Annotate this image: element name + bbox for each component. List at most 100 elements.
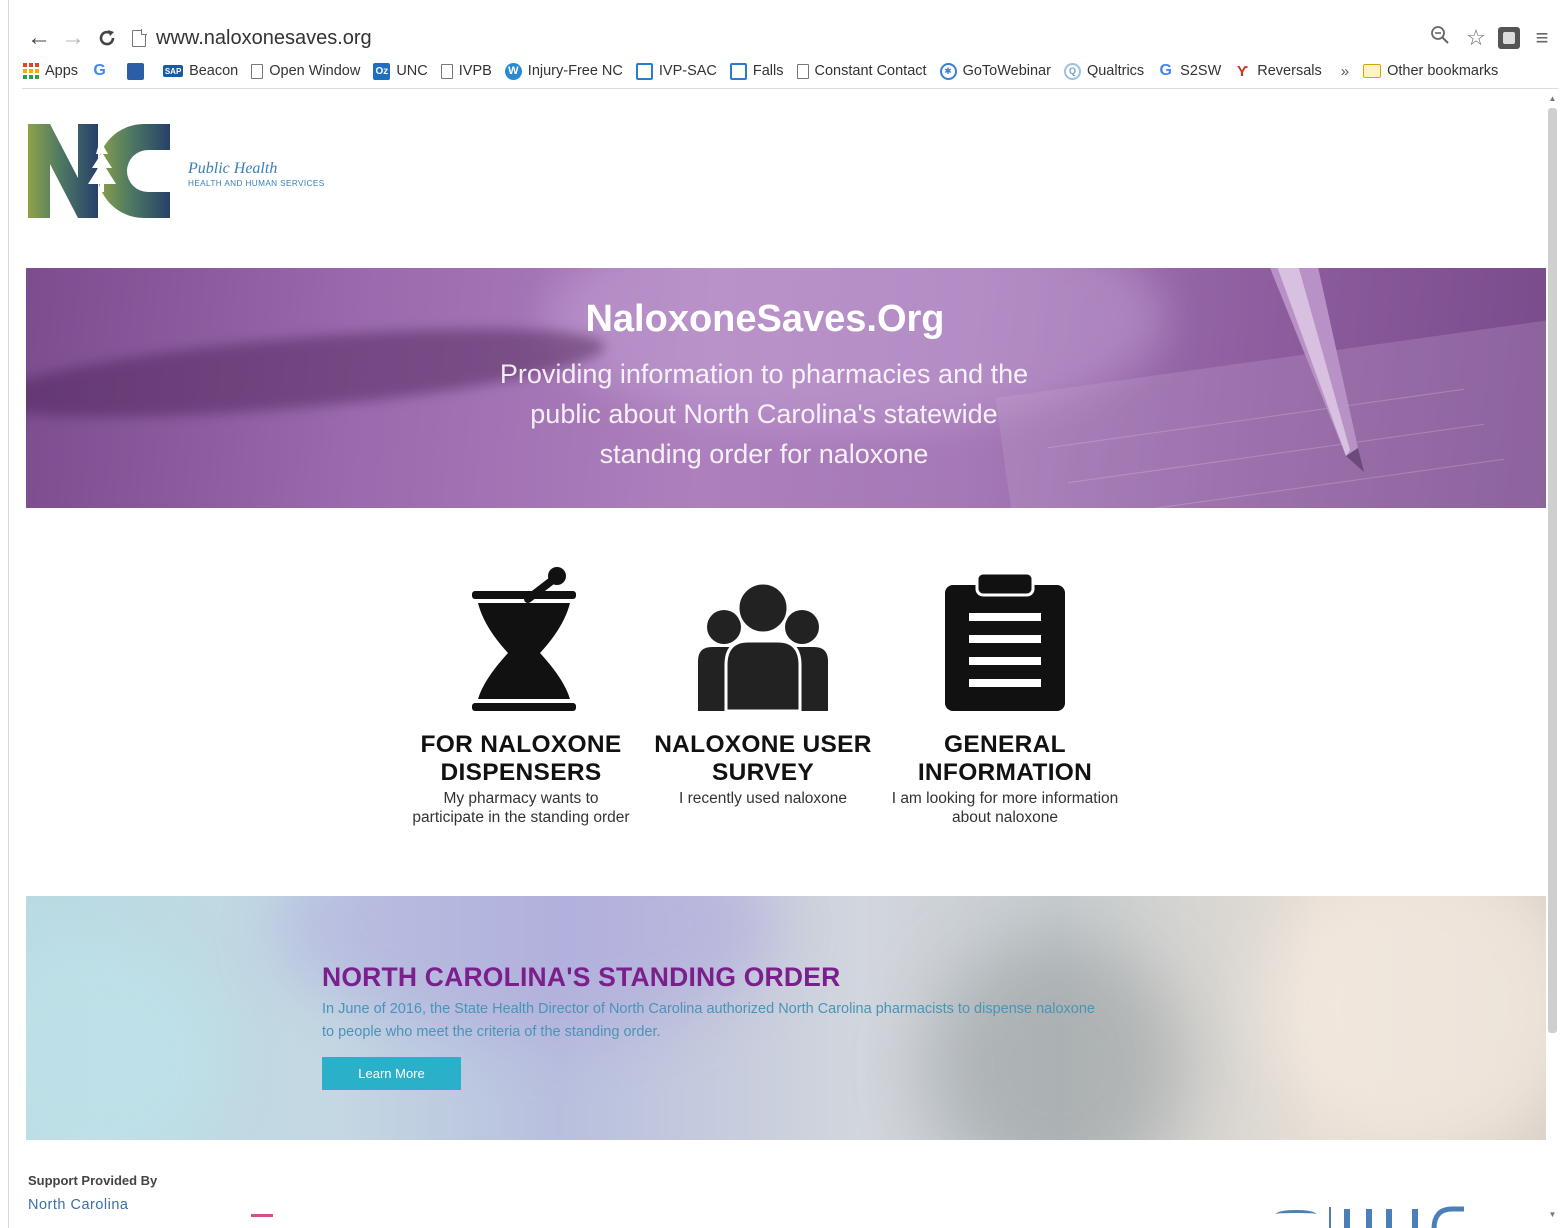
google-icon: G [93, 62, 106, 79]
bookmark-constant-contact[interactable]: Constant Contact [796, 63, 927, 79]
bookmark-falls[interactable]: Falls [729, 62, 784, 80]
page-icon [251, 63, 264, 79]
standing-order-banner: NORTH CAROLINA'S STANDING ORDER In June … [26, 896, 1546, 1140]
bookmark-label: Qualtrics [1086, 63, 1145, 79]
sap-icon: SAP [163, 65, 184, 77]
bookmark-other-bookmarks[interactable]: Other bookmarks [1363, 63, 1498, 79]
bookmark-unc[interactable]: Oz UNC [373, 62, 428, 80]
option-title: FOR NALOXONE DISPENSERS [420, 731, 622, 786]
bookmark-s2sw[interactable]: G S2SW [1157, 62, 1222, 80]
bookmark-label: Injury-Free NC [527, 63, 623, 79]
more-bookmarks-button[interactable]: » [1341, 63, 1349, 80]
page-icon [796, 63, 809, 79]
scrollbar-thumb[interactable] [1548, 108, 1557, 1033]
page-icon [440, 63, 453, 79]
option-description: I am looking for more information about … [891, 790, 1119, 826]
calendar-icon [635, 62, 653, 80]
wordpress-icon: W [504, 62, 522, 80]
reload-icon [99, 30, 115, 46]
toolbar-actions: ☆ ≡ [1426, 22, 1556, 54]
web-page: Public Health HEALTH AND HUMAN SERVICES … [26, 90, 1546, 1228]
nc-logo-icon [28, 124, 170, 218]
logo-text: Public Health HEALTH AND HUMAN SERVICES [188, 160, 325, 188]
unc-logo[interactable] [1274, 1200, 1474, 1228]
extension-icon[interactable] [1498, 27, 1520, 49]
partner-logo-fragment [251, 1214, 273, 1217]
folder-icon [1363, 64, 1382, 78]
scroll-down-arrow-icon[interactable]: ▼ [1548, 1210, 1557, 1220]
standing-order-title: NORTH CAROLINA'S STANDING ORDER [322, 962, 841, 992]
people-group-icon [648, 565, 878, 713]
support-label: Support Provided By [28, 1173, 158, 1188]
banner-background [1266, 896, 1546, 1140]
bookmark-injury-free-nc[interactable]: W Injury-Free NC [504, 62, 623, 80]
outlook-icon: Oz [373, 62, 391, 80]
bookmark-apps[interactable]: Apps [22, 63, 78, 80]
bookmark-label: Reversals [1257, 63, 1322, 79]
bookmark-label: GoToWebinar [962, 63, 1051, 79]
mortar-pestle-icon [406, 565, 636, 713]
bookmark-beacon[interactable]: SAP Beacon [163, 63, 238, 79]
learn-more-button[interactable]: Learn More [322, 1057, 461, 1090]
banner-background [26, 936, 226, 1140]
zoom-icon[interactable] [1426, 25, 1454, 51]
gotowebinar-icon: ✱ [939, 62, 957, 80]
address-bar[interactable]: www.naloxonesaves.org [132, 23, 372, 53]
hero-title: NaloxoneSaves.Org [585, 298, 945, 340]
clipboard-icon [890, 565, 1120, 713]
option-description: I recently used naloxone [678, 790, 848, 807]
forward-arrow-icon: → [61, 24, 85, 51]
bookmark-star-icon[interactable]: ☆ [1462, 25, 1490, 51]
url-text[interactable]: www.naloxonesaves.org [156, 27, 372, 50]
bookmarks-bar: Apps G SAP Beacon Open Window Oz UNC IVP… [22, 58, 1562, 84]
page-icon [132, 28, 147, 47]
ncdhhs-logo[interactable]: Public Health HEALTH AND HUMAN SERVICES [28, 120, 368, 224]
bookmark-reversals[interactable]: Ƴ Reversals [1234, 62, 1322, 80]
bookmark-label: IVP-SAC [658, 63, 717, 79]
bookmark-gotowebinar[interactable]: ✱ GoToWebinar [939, 62, 1051, 80]
back-arrow-icon: ← [27, 24, 51, 51]
bookmark-open-window[interactable]: Open Window [251, 63, 360, 79]
bookmark-label: Constant Contact [814, 63, 927, 79]
bookmark-qualtrics[interactable]: Q Qualtrics [1063, 62, 1145, 80]
bookmark-label: IVPB [458, 63, 492, 79]
bookmark-label: Apps [45, 63, 79, 79]
window-edge [8, 0, 9, 1228]
news-site-icon [127, 62, 145, 80]
bookmark-news[interactable] [127, 62, 150, 80]
hero-subtitle: Providing information to pharmacies and … [499, 359, 1029, 469]
reload-button[interactable] [90, 23, 124, 53]
logo-title: Public Health [188, 160, 278, 177]
bookmark-label: Falls [752, 63, 784, 79]
bookmark-label: Open Window [269, 63, 361, 79]
reversals-icon: Ƴ [1236, 62, 1249, 80]
option-title: NALOXONE USER SURVEY [654, 731, 872, 786]
scroll-up-arrow-icon[interactable]: ▲ [1548, 94, 1557, 104]
option-general-information[interactable]: GENERAL INFORMATION I am looking for mor… [890, 565, 1120, 827]
navigation-bar: ← → www.naloxonesaves.org ☆ ≡ [22, 22, 1562, 54]
toolbar-divider [22, 88, 1558, 89]
bookmark-label: Other bookmarks [1387, 63, 1499, 79]
bookmark-ivpb[interactable]: IVPB [440, 63, 492, 79]
option-description: My pharmacy wants to participate in the … [412, 790, 630, 826]
menu-icon[interactable]: ≡ [1528, 25, 1556, 51]
bookmark-google[interactable]: G [91, 62, 114, 80]
bookmark-label: UNC [396, 63, 428, 79]
calendar-icon [729, 62, 747, 80]
qualtrics-icon: Q [1063, 62, 1081, 80]
option-naloxone-user-survey[interactable]: NALOXONE USER SURVEY I recently used nal… [648, 565, 878, 808]
google-icon: G [1159, 62, 1172, 79]
browser-chrome: ← → www.naloxonesaves.org ☆ ≡ Apps G SAP… [0, 0, 1564, 1228]
hero-banner: NaloxoneSaves.Org Providing information … [26, 268, 1546, 508]
support-organization[interactable]: North Carolina [28, 1197, 129, 1213]
forward-button[interactable]: → [56, 23, 90, 53]
back-button[interactable]: ← [22, 23, 56, 53]
option-naloxone-dispensers[interactable]: FOR NALOXONE DISPENSERS My pharmacy want… [406, 565, 636, 827]
bookmark-ivp-sac[interactable]: IVP-SAC [635, 62, 717, 80]
bookmark-label: S2SW [1180, 63, 1222, 79]
apps-grid-icon [22, 63, 39, 80]
standing-order-text: In June of 2016, the State Health Direct… [322, 1001, 1095, 1040]
logo-subtitle: HEALTH AND HUMAN SERVICES [188, 179, 325, 188]
bookmark-label: Beacon [189, 63, 239, 79]
option-title: GENERAL INFORMATION [917, 731, 1093, 786]
